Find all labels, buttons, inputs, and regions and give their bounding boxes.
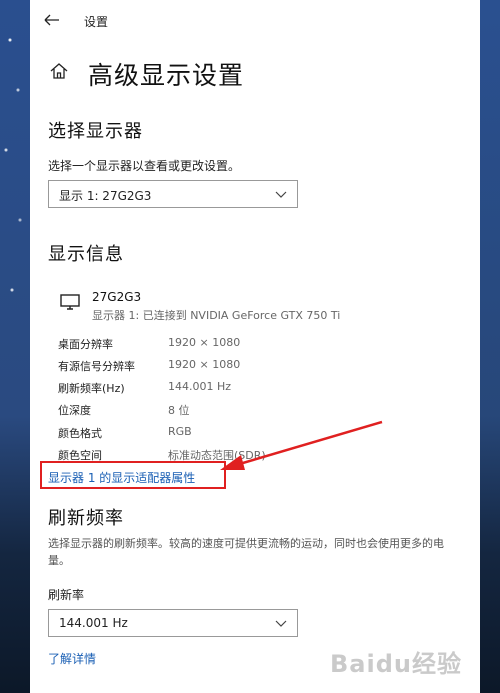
refresh-rate-select[interactable]: 144.001 Hz (48, 609, 298, 637)
monitor-connection: 显示器 1: 已连接到 NVIDIA GeForce GTX 750 Ti (92, 309, 341, 322)
display-info-heading: 显示信息 (48, 244, 124, 265)
info-row: 位深度 8 位 (58, 402, 358, 422)
chevron-down-icon (275, 191, 287, 198)
window-title: 设置 (84, 15, 109, 29)
display-select[interactable]: 显示 1: 27G2G3 (48, 180, 298, 208)
refresh-rate-label: 刷新率 (48, 588, 85, 602)
info-value: 8 位 (168, 404, 190, 417)
info-row: 颜色格式 RGB (58, 425, 358, 445)
home-icon (48, 60, 70, 82)
settings-window: 设置 高级显示设置 选择显示器 选择一个显示器以查看或更改设置。 显示 1: 2… (30, 0, 480, 693)
chevron-down-icon (275, 620, 287, 627)
title-bar: 设置 (30, 0, 480, 40)
info-value: RGB (168, 425, 192, 438)
info-row: 刷新频率(Hz) 144.001 Hz (58, 380, 358, 400)
monitor-icon (60, 294, 80, 310)
display-select-value: 显示 1: 27G2G3 (59, 189, 152, 203)
info-key: 颜色格式 (58, 427, 102, 440)
desktop-wallpaper-right (480, 0, 500, 693)
info-key: 桌面分辨率 (58, 338, 113, 351)
annotation-highlight-box (40, 461, 226, 489)
baidu-watermark: Baidu经验 (330, 650, 462, 678)
learn-more-link[interactable]: 了解详情 (48, 650, 96, 667)
select-display-heading: 选择显示器 (48, 121, 143, 142)
refresh-rate-description: 选择显示器的刷新频率。较高的速度可提供更流畅的运动，同时也会使用更多的电量。 (48, 537, 444, 567)
info-key: 刷新频率(Hz) (58, 382, 125, 395)
info-value: 1920 × 1080 (168, 336, 241, 349)
desktop-wallpaper-left (0, 0, 30, 693)
refresh-rate-value: 144.001 Hz (59, 616, 128, 630)
info-row: 有源信号分辨率 1920 × 1080 (58, 358, 358, 378)
page-title: 高级显示设置 (88, 61, 245, 90)
info-value: 1920 × 1080 (168, 358, 241, 371)
back-button[interactable] (40, 8, 64, 32)
info-key: 有源信号分辨率 (58, 360, 135, 373)
refresh-rate-heading: 刷新频率 (48, 508, 124, 529)
info-value: 144.001 Hz (168, 380, 232, 393)
info-row: 桌面分辨率 1920 × 1080 (58, 336, 358, 356)
select-display-instruction: 选择一个显示器以查看或更改设置。 (48, 159, 241, 173)
info-key: 位深度 (58, 404, 91, 417)
arrow-left-icon (44, 14, 59, 26)
monitor-name: 27G2G3 (92, 290, 142, 304)
